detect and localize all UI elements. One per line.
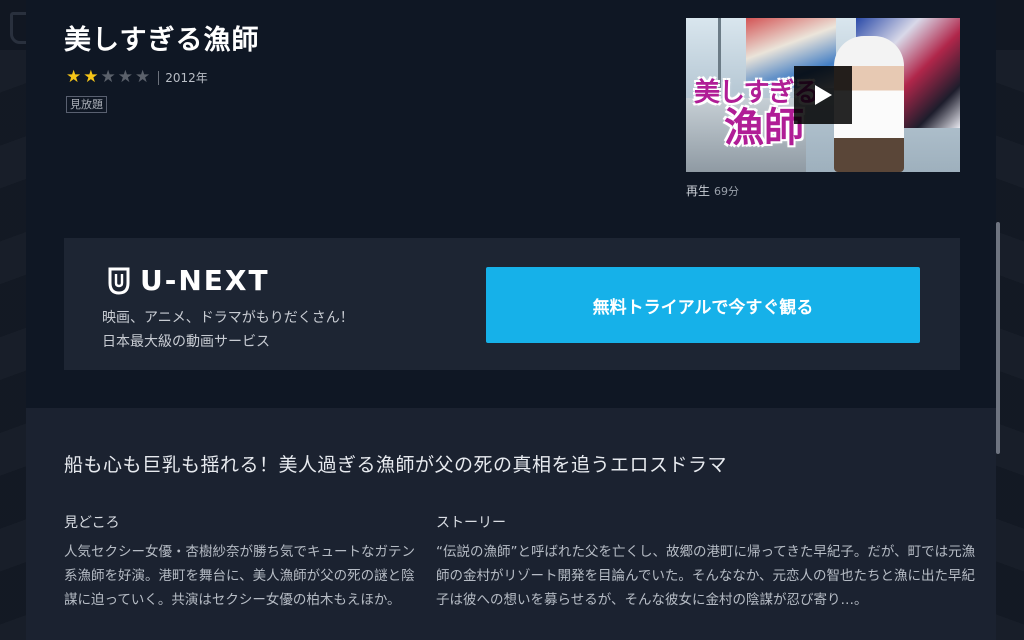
unext-logo: U-NEXT	[108, 264, 270, 297]
play-icon	[815, 85, 832, 105]
unext-brand-text: U-NEXT	[140, 264, 270, 297]
modal-scrollbar[interactable]	[996, 0, 1024, 640]
star-icon: ★	[83, 67, 99, 87]
meta-divider	[158, 70, 160, 85]
play-duration: 再生 69分	[686, 182, 739, 199]
scrollbar-thumb[interactable]	[996, 222, 1000, 454]
release-year: 2012年	[165, 71, 208, 85]
details-section: 船も心も巨乳も揺れる！美人過ぎる漁師が父の死の真相を追うエロスドラマ 見どころ …	[26, 408, 996, 640]
play-button[interactable]	[794, 66, 852, 124]
star-icon: ★	[100, 67, 116, 87]
star-icon: ★	[117, 67, 133, 87]
promo-description: 映画、アニメ、ドラマがもりだくさん！ 日本最大級の動画サービス	[102, 306, 354, 354]
background-thumbnails-left	[0, 50, 26, 640]
meta-row: ★ ★ ★ ★ ★ 2012年	[66, 69, 208, 86]
unext-promo-banner: U-NEXT 映画、アニメ、ドラマがもりだくさん！ 日本最大級の動画サービス 無…	[64, 238, 960, 370]
duration-value: 69分	[714, 185, 740, 198]
story-title: ストーリー	[436, 515, 506, 531]
free-trial-button[interactable]: 無料トライアルで今すぐ観る	[486, 267, 920, 343]
video-thumbnail[interactable]: 美しすぎる 漁師	[686, 18, 960, 172]
star-rating: ★ ★ ★ ★ ★	[66, 69, 150, 86]
highlights-title: 見どころ	[64, 515, 120, 531]
star-icon: ★	[135, 67, 151, 87]
title-heading: 美しすぎる漁師	[64, 25, 260, 56]
star-icon: ★	[66, 67, 82, 87]
story-body: “伝説の漁師”と呼ばれた父を亡くし、故郷の港町に帰ってきた早紀子。だが、町では元…	[436, 544, 976, 608]
highlights-body: 人気セクシー女優・杏樹紗奈が勝ち気でキュートなガテン系漁師を好演。港町を舞台に、…	[64, 544, 415, 608]
title-detail-modal: 美しすぎる漁師 ★ ★ ★ ★ ★ 2012年 見放題 美しすぎる 漁師 再生 69分	[26, 0, 996, 640]
promo-line-2: 日本最大級の動画サービス	[102, 334, 270, 350]
promo-line-1: 映画、アニメ、ドラマがもりだくさん！	[102, 310, 354, 326]
unlimited-badge: 見放題	[66, 96, 107, 113]
play-label: 再生	[686, 184, 711, 198]
tagline: 船も心も巨乳も揺れる！美人過ぎる漁師が父の死の真相を追うエロスドラマ	[64, 454, 728, 476]
unext-logo-icon	[108, 267, 130, 295]
